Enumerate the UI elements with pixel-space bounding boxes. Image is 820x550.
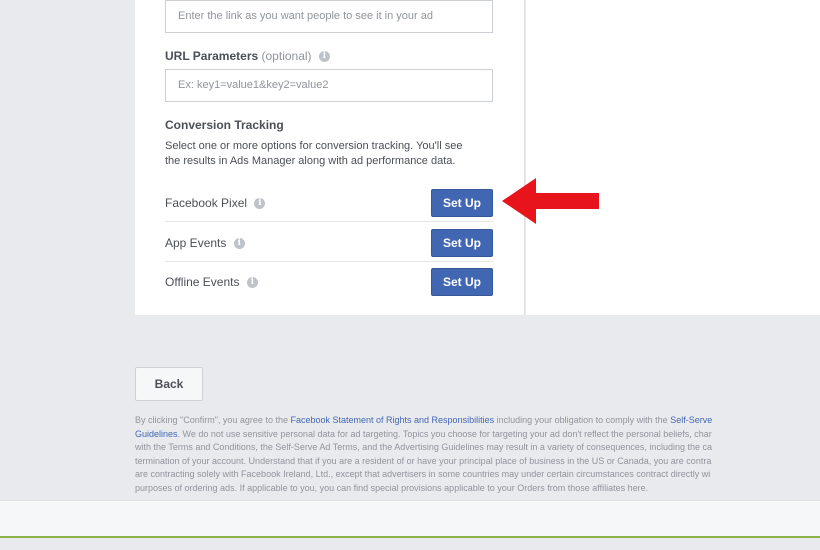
tracking-row-label: Offline Events i (165, 275, 258, 289)
display-link-placeholder: Enter the link as you want people to see… (178, 10, 433, 22)
legal-text: By clicking "Confirm", you agree to the … (135, 415, 713, 493)
statement-of-rights-link[interactable]: Facebook Statement of Rights and Respons… (290, 415, 494, 425)
tracking-row-app-events: App Events i Set Up (165, 223, 493, 262)
url-params-input[interactable]: Ex: key1=value1&key2=value2 (165, 69, 493, 102)
optional-tag: (optional) (261, 49, 312, 63)
ad-form-panel: Enter the link as you want people to see… (135, 0, 525, 315)
info-icon[interactable]: i (254, 198, 266, 210)
tracking-row-offline-events: Offline Events i Set Up (165, 262, 493, 301)
tracking-row-label: App Events i (165, 236, 245, 250)
app-events-setup-button[interactable]: Set Up (431, 229, 493, 257)
info-icon[interactable]: i (246, 277, 258, 289)
tracking-row-facebook-pixel: Facebook Pixel i Set Up (165, 183, 493, 222)
info-icon[interactable]: i (233, 238, 245, 250)
self-serve-link[interactable]: Self-Serve (670, 415, 712, 425)
facebook-pixel-setup-button[interactable]: Set Up (431, 189, 493, 217)
tracking-row-label: Facebook Pixel i (165, 196, 266, 210)
bottom-strip (0, 538, 820, 550)
conversion-tracking-title: Conversion Tracking (165, 118, 284, 132)
conversion-tracking-description: Select one or more options for conversio… (165, 140, 463, 167)
url-params-label: URL Parameters (optional) i (165, 49, 330, 63)
row-divider (165, 221, 493, 222)
url-params-placeholder: Ex: key1=value1&key2=value2 (178, 79, 329, 91)
offline-events-setup-button[interactable]: Set Up (431, 268, 493, 296)
red-arrow-left-icon (502, 178, 599, 224)
display-link-input[interactable]: Enter the link as you want people to see… (165, 0, 493, 33)
preview-panel (526, 0, 820, 315)
back-button[interactable]: Back (135, 367, 203, 401)
footer-bar (0, 500, 820, 536)
info-icon[interactable]: i (318, 51, 330, 63)
guidelines-link[interactable]: Guidelines (135, 429, 178, 439)
